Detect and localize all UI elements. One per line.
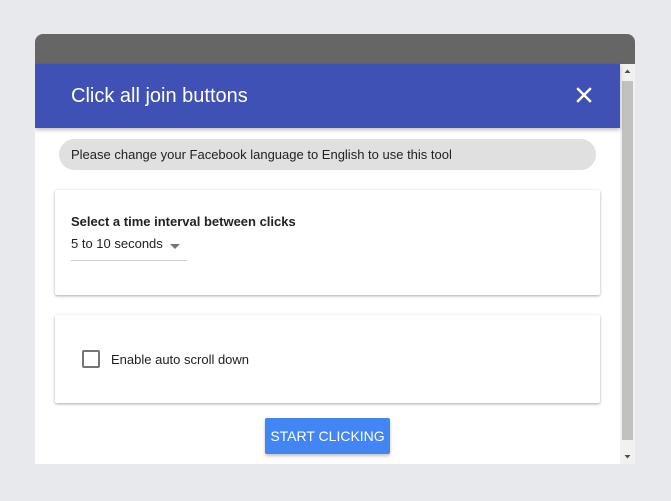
interval-label: Select a time interval between clicks [71,214,296,229]
chevron-down-icon [170,244,180,249]
start-clicking-button[interactable]: START CLICKING [265,418,390,454]
dialog-content: Please change your Facebook language to … [35,128,620,464]
close-button[interactable] [571,82,597,108]
arrow-up-icon [624,69,631,73]
dialog-header: Click all join buttons [35,64,620,128]
scroll-up-arrow[interactable] [620,64,635,79]
auto-scroll-card: Enable auto scroll down [55,315,600,403]
interval-select-value: 5 to 10 seconds [71,236,163,251]
close-icon [576,87,592,103]
language-notice: Please change your Facebook language to … [59,139,596,170]
extension-window: Click all join buttons Please change you… [35,34,635,464]
scroll-down-arrow[interactable] [620,449,635,464]
vertical-scrollbar[interactable] [620,64,635,464]
window-top-bar [35,34,635,64]
interval-card: Select a time interval between clicks 5 … [55,190,600,295]
scrollbar-thumb[interactable] [622,81,633,440]
dialog-title: Click all join buttons [71,85,248,107]
auto-scroll-checkbox[interactable] [82,350,100,368]
arrow-down-icon [624,455,631,459]
auto-scroll-label[interactable]: Enable auto scroll down [111,352,249,367]
interval-select[interactable]: 5 to 10 seconds [71,234,187,261]
